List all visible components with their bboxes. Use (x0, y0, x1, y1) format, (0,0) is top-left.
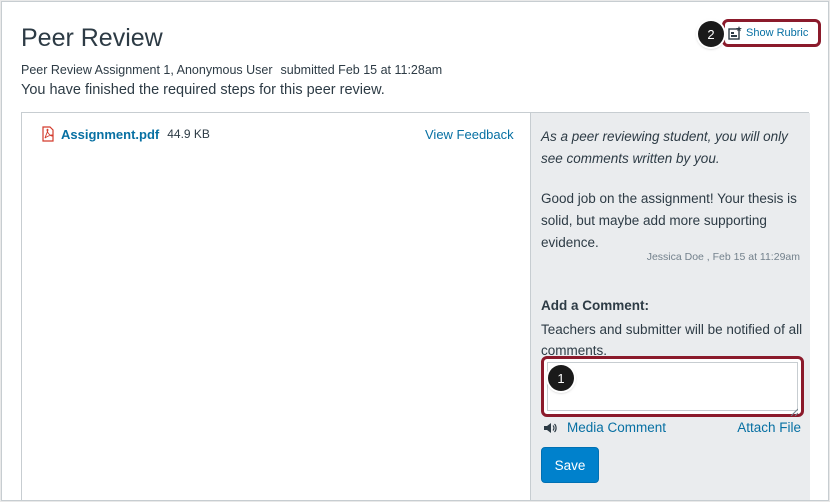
media-comment-link[interactable]: Media Comment (567, 420, 666, 435)
comment-text: Good job on the assignment! Your thesis … (541, 191, 797, 250)
show-rubric-label: Show Rubric (746, 27, 809, 39)
attachment-size: 44.9 KB (167, 127, 210, 141)
submitted-time: submitted Feb 15 at 11:28am (280, 63, 443, 77)
peer-review-notice: As a peer reviewing student, you will on… (541, 129, 788, 166)
callout-badge-2: 2 (698, 21, 724, 47)
comment-input[interactable] (547, 362, 798, 411)
show-rubric-button[interactable]: Show Rubric (728, 24, 808, 42)
callout-badge-1: 1 (548, 365, 574, 391)
attachment-row: Assignment.pdf 44.9 KB (41, 126, 210, 142)
attachment-link[interactable]: Assignment.pdf (61, 127, 159, 142)
add-comment-note: Teachers and submitter will be notified … (541, 322, 803, 358)
add-comment-label: Add a Comment: (541, 298, 649, 313)
assignment-info: Peer Review Assignment 1, Anonymous User (21, 63, 273, 77)
comments-sidebar: As a peer reviewing student, you will on… (530, 113, 810, 500)
status-message: You have finished the required steps for… (21, 82, 385, 98)
comment-author-time: Jessica Doe , Feb 15 at 11:29am (646, 251, 800, 263)
review-panel: Assignment.pdf 44.9 KB View Feedback As … (21, 112, 810, 500)
pdf-icon (41, 126, 55, 142)
page-title: Peer Review (21, 24, 163, 52)
attach-file-link[interactable]: Attach File (737, 420, 801, 435)
speaker-icon (543, 421, 557, 435)
comment-input-highlight (541, 356, 804, 417)
peer-review-window: Peer Review Peer Review Assignment 1, An… (1, 1, 829, 501)
comment-actions: Media Comment Attach File (541, 419, 801, 439)
save-button[interactable]: Save (541, 447, 599, 483)
submission-meta: Peer Review Assignment 1, Anonymous User… (21, 63, 442, 77)
resize-grip-icon[interactable] (790, 403, 799, 417)
view-feedback-link[interactable]: View Feedback (425, 127, 514, 142)
rubric-icon (728, 26, 742, 40)
